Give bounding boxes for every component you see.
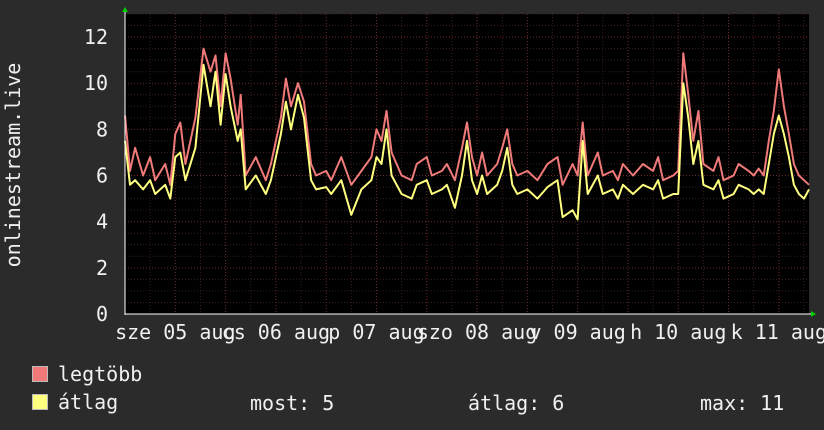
stat-current-value: 5: [322, 391, 335, 415]
x-tick-label: k 11 aug: [731, 320, 824, 344]
stat-current-label: most:: [250, 391, 311, 415]
stat-current: most: 5: [250, 391, 334, 415]
legend-label-max: legtöbb: [58, 362, 143, 386]
stat-max-label: max:: [700, 391, 749, 415]
legend-item-max: legtöbb: [32, 362, 143, 386]
stat-max: max: 11: [700, 391, 784, 415]
legend-swatch-max: [32, 366, 48, 382]
x-axis-arrow: [811, 311, 816, 317]
legend-label-avg: átlag: [58, 390, 119, 414]
x-tick-label: p 07 aug: [328, 320, 424, 344]
x-tick-label: sze 05 aug: [115, 320, 235, 344]
y-tick-label: 6: [96, 164, 108, 188]
stat-max-value: 11: [760, 391, 785, 415]
stat-average: átlag: 6: [468, 391, 564, 415]
stat-average-value: 6: [552, 391, 565, 415]
x-tick-label: cs 06 aug: [222, 320, 330, 344]
y-tick-label: 0: [96, 302, 108, 326]
y-tick-label: 8: [96, 117, 108, 141]
y-axis-ticks: 0 2 4 6 8 10 12: [84, 25, 108, 326]
x-tick-label: szo 08 aug: [417, 320, 537, 344]
legend-item-avg: átlag: [32, 390, 119, 414]
y-axis-arrow: [122, 7, 128, 12]
stat-average-label: átlag:: [468, 391, 541, 415]
x-tick-label: v 09 aug: [529, 320, 625, 344]
y-axis-label: onlinestream.live: [1, 62, 25, 268]
y-tick-label: 4: [96, 210, 108, 234]
y-tick-label: 10: [84, 71, 108, 95]
y-tick-label: 12: [84, 25, 108, 49]
line-chart: 0 2 4 6 8 10 12 sze 05 augcs 06 augp 07 augszo…: [84, 7, 824, 344]
y-axis-label-container: onlinestream.live: [0, 0, 26, 310]
y-tick-label: 2: [96, 256, 108, 280]
x-tick-label: h 10 aug: [630, 320, 726, 344]
legend-swatch-avg: [32, 394, 48, 410]
x-axis-ticks: sze 05 augcs 06 augp 07 augszo 08 augv 0…: [115, 320, 824, 344]
